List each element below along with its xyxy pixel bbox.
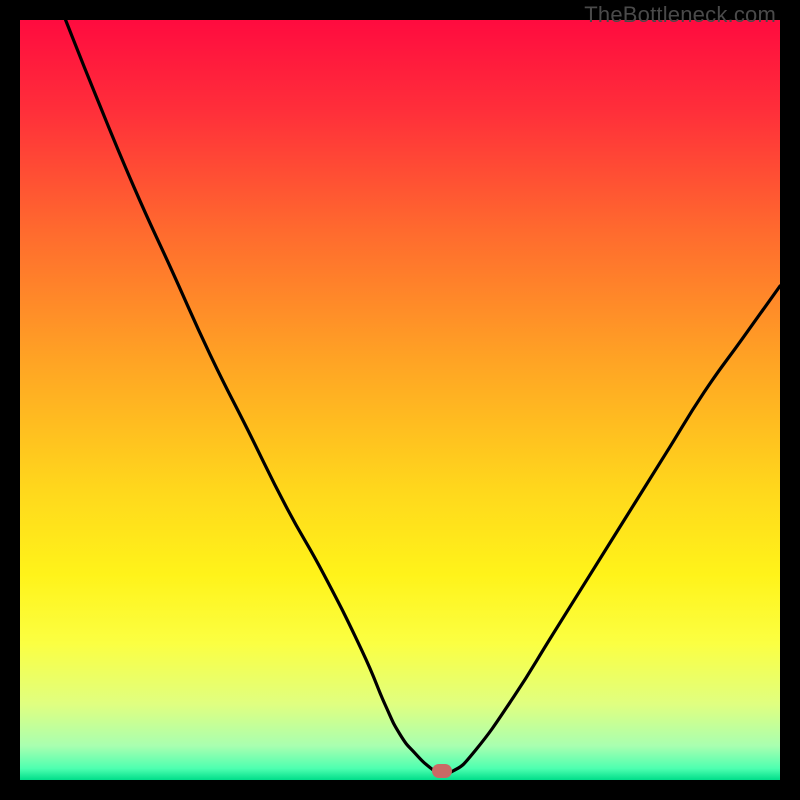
- plot-area: [20, 20, 780, 780]
- watermark-text: TheBottleneck.com: [584, 2, 776, 28]
- optimum-marker: [432, 764, 452, 778]
- chart-canvas: TheBottleneck.com: [0, 0, 800, 800]
- bottleneck-curve: [20, 20, 780, 780]
